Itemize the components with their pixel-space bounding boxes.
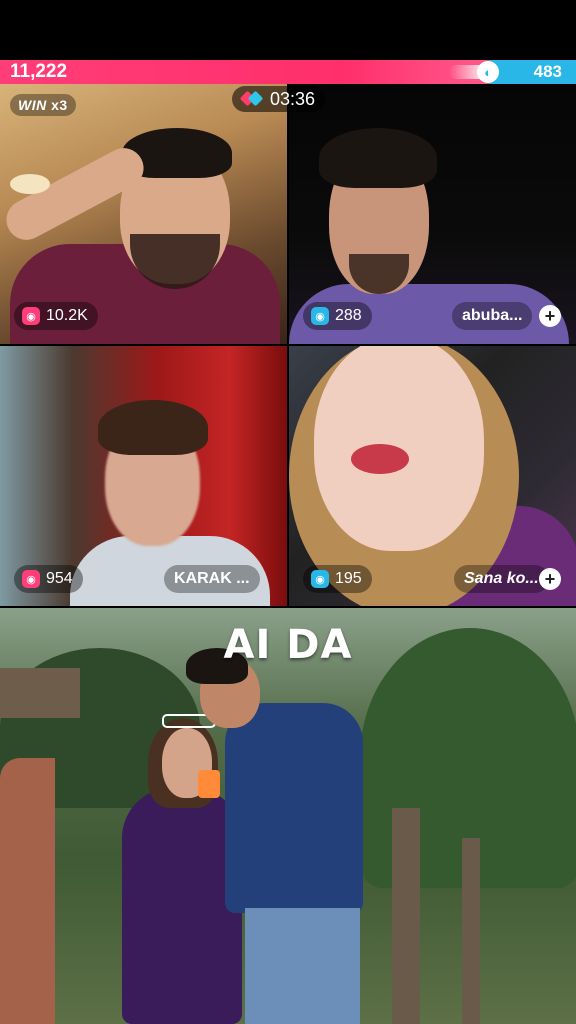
tile-4-username[interactable]: Sana ko... [454,565,549,593]
tile-1-score-text: 10.2K [46,307,88,324]
tile-3-score-text: 954 [46,570,73,587]
tile-2-username-text: abuba... [462,307,523,324]
blue-team-icon: ◉ [311,307,329,325]
battle-timer: 03:36 [232,86,326,112]
tile-1-score: ◉ 10.2K [14,302,98,330]
pink-team-icon: ◉ [22,307,40,325]
tile-4-score-text: 195 [335,570,362,587]
status-area [0,0,576,60]
tile-3-score: ◉ 954 [14,565,83,593]
guest-lips [351,444,409,474]
guest-hair [319,128,437,188]
woman-body [122,788,242,1024]
tile-2-username[interactable]: abuba... [452,302,533,330]
win-label: WIN [18,97,47,113]
battle-progress-icon: ◐ [477,61,499,83]
tile-4-username-text: Sana ko... [464,570,539,587]
tile-2-score-text: 288 [335,307,362,324]
man-jeans [245,908,360,1024]
battle-icon [239,90,264,107]
tree-trunk [462,838,480,1024]
lamp-shade [10,174,50,194]
follow-button[interactable]: + [539,305,561,327]
win-multiplier: x3 [51,97,68,113]
tile-3-username-text: KARAK ... [174,570,250,587]
battle-score-bar: ◐ 11,222 483 [0,60,576,84]
phone-icon [198,770,220,798]
tree-trunk [392,808,420,1024]
guest-hair [98,400,208,455]
win-streak-badge: WIN x3 [10,94,76,116]
cabin [0,668,80,718]
tile-4-score: ◉ 195 [303,565,372,593]
blue-team-score: 483 [533,62,562,81]
stream-caption: AI DA [223,622,353,668]
pink-team-icon: ◉ [22,570,40,588]
host-video-tile[interactable] [0,608,576,1024]
pink-team-bar [0,60,490,84]
tile-3-username[interactable]: KARAK ... [164,565,260,593]
follow-button[interactable]: + [539,568,561,590]
timer-text: 03:36 [270,88,316,109]
bystander-body [0,758,55,1024]
man-body [225,703,363,913]
tile-2-score: ◉ 288 [303,302,372,330]
pink-team-score: 11,222 [10,61,68,82]
blue-team-icon: ◉ [311,570,329,588]
